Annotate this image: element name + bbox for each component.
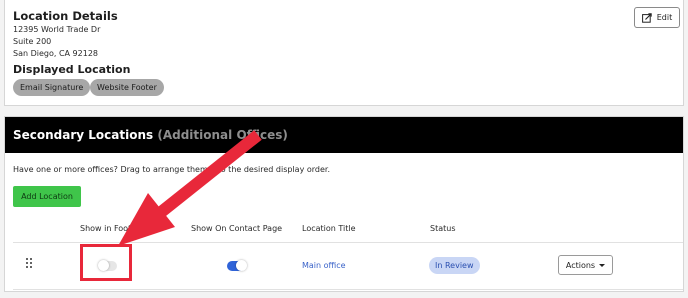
add-location-button[interactable]: Add Location — [13, 186, 81, 207]
address-line-1: 12395 World Trade Dr — [13, 25, 101, 34]
edit-button[interactable]: Edit — [634, 7, 680, 28]
column-location-title: Location Title — [302, 224, 356, 233]
chevron-down-icon — [599, 263, 606, 267]
address-line-3: San Diego, CA 92128 — [13, 49, 99, 58]
secondary-locations-title: Secondary Locations (Additional Offices) — [13, 128, 288, 142]
column-show-on-contact-page: Show On Contact Page — [191, 224, 283, 233]
location-details-card: Location Details 12395 World Trade Dr Su… — [4, 0, 684, 106]
help-text: Have one or more offices? Drag to arrang… — [13, 165, 330, 174]
secondary-title-sub: (Additional Offices) — [157, 128, 288, 142]
page: Location Details 12395 World Trade Dr Su… — [0, 0, 688, 298]
edit-label: Edit — [656, 13, 673, 22]
column-show-in-footer: Show in Footer — [80, 224, 140, 233]
actions-label: Actions — [565, 260, 596, 270]
chip-email-signature: Email Signature — [13, 79, 91, 96]
secondary-title-main: Secondary Locations — [13, 128, 154, 142]
drag-handle-icon[interactable] — [26, 258, 34, 270]
displayed-location-title: Displayed Location — [13, 63, 131, 76]
address-line-2: Suite 200 — [13, 37, 52, 46]
actions-dropdown-button[interactable]: Actions — [558, 255, 613, 275]
show-on-contact-page-toggle[interactable] — [227, 260, 247, 271]
status-badge: In Review — [429, 257, 480, 274]
row-divider-bottom — [13, 289, 683, 290]
chip-website-footer: Website Footer — [90, 79, 164, 96]
annotation-highlight-box — [80, 244, 132, 281]
column-status: Status — [430, 224, 456, 233]
row-divider — [13, 242, 683, 243]
secondary-locations-header: Secondary Locations (Additional Offices) — [5, 117, 683, 153]
location-title-link[interactable]: Main office — [302, 261, 346, 270]
location-details-title: Location Details — [13, 9, 118, 23]
external-edit-icon — [641, 12, 652, 23]
